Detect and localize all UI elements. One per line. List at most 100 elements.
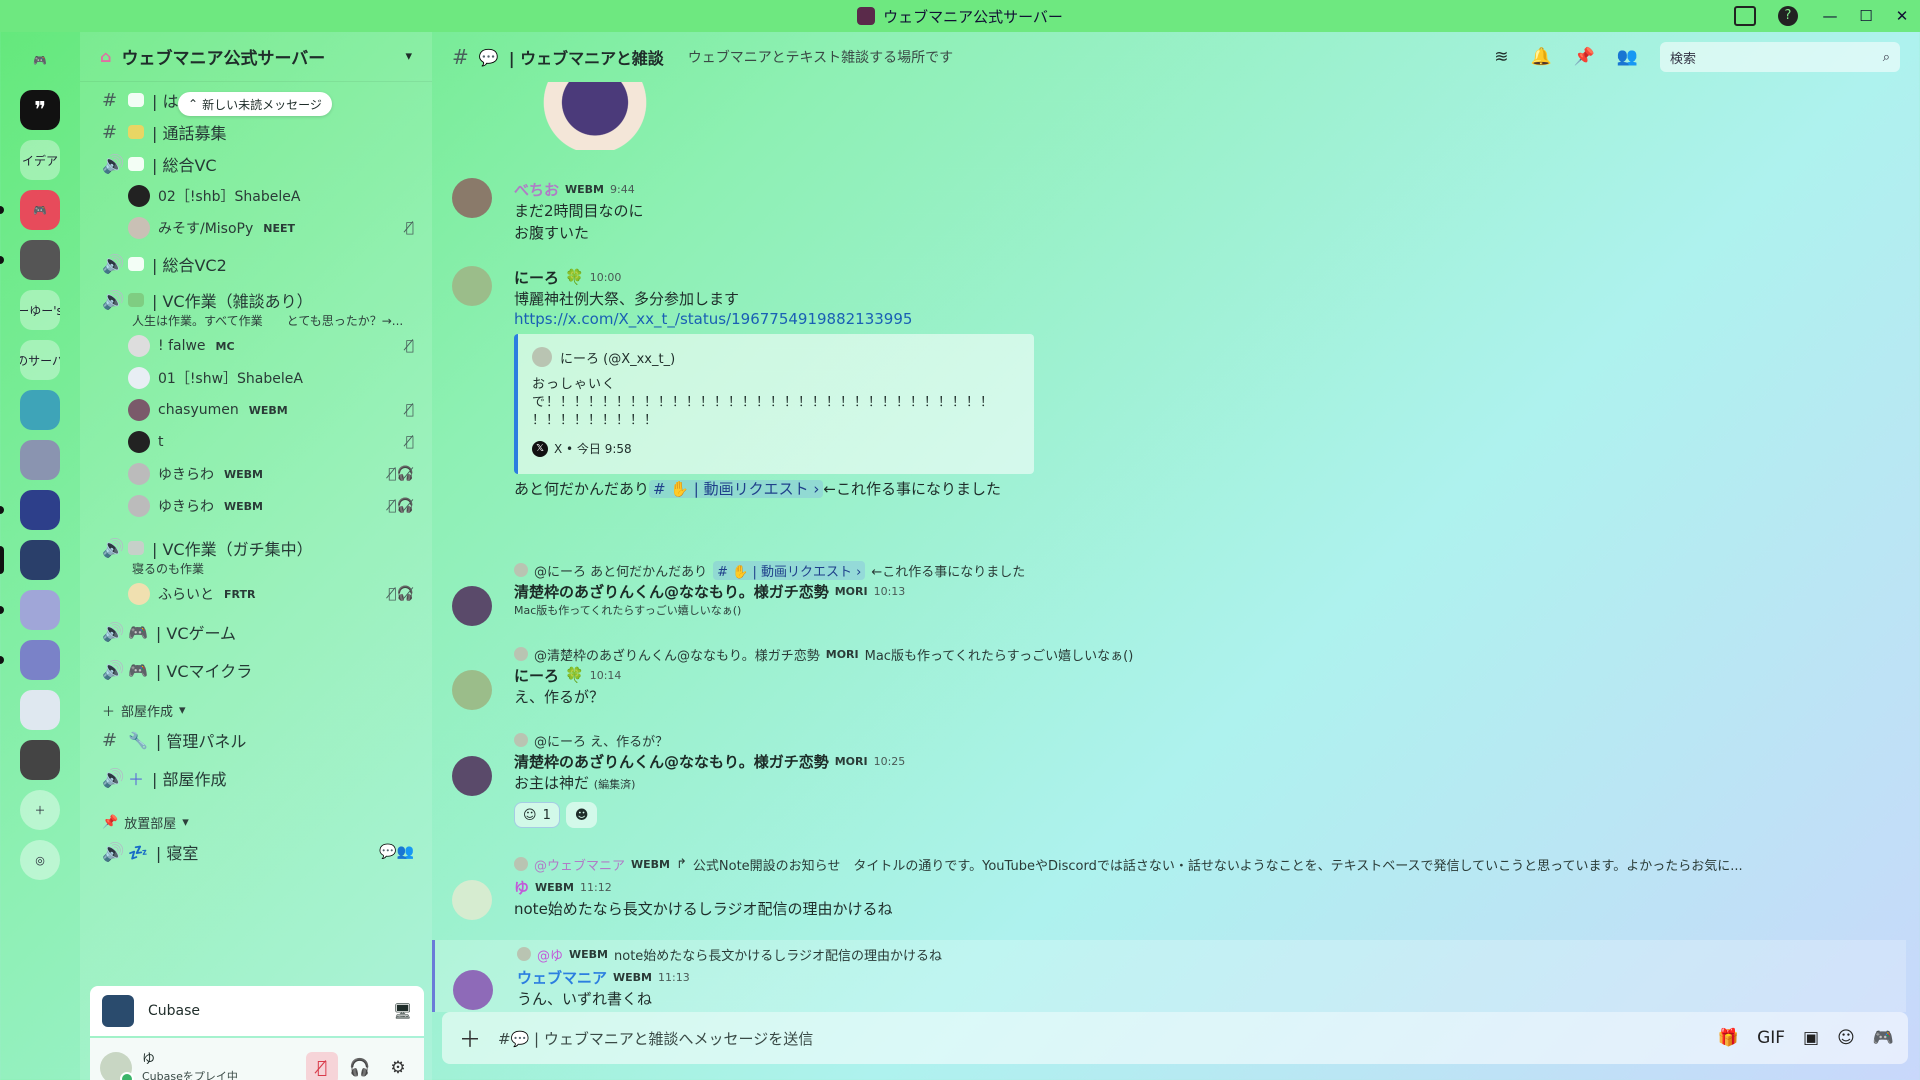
add-server-icon[interactable]: ＋ (20, 790, 60, 830)
gif-icon[interactable]: GIF (1757, 1028, 1785, 1048)
author-name[interactable]: にーろ (514, 267, 559, 288)
server-nosaba[interactable]: のサーバ (20, 340, 60, 380)
role-badge: WEBM (569, 947, 608, 961)
avatar[interactable] (452, 586, 492, 626)
author-name[interactable]: ウェブマニア (517, 967, 607, 988)
settings-gear-icon[interactable]: ⚙ (382, 1052, 414, 1080)
category-room-create[interactable]: ＋ 部屋作成 ▾ (80, 696, 432, 724)
avatar[interactable] (100, 1052, 134, 1080)
mute-mic-button[interactable]: 🎙̸ (306, 1052, 338, 1080)
channel-mention[interactable]: # ✋ | 動画リクエスト › (649, 480, 824, 498)
server-avatar-3[interactable] (20, 440, 60, 480)
reply-preview[interactable]: @ゆ WEBM note始めたなら長文かけるしラジオ配信の理由かけるね (517, 944, 1906, 964)
channel-vc-minecraft[interactable]: 🔊 🎮 | VCマイクラ (80, 654, 432, 686)
server-avatar-6[interactable] (0, 590, 60, 630)
channel-sougou-vc2[interactable]: 🔊 | 総合VC2 (80, 248, 432, 280)
user-info[interactable]: ゆ Cubaseをプレイ中 (142, 1052, 238, 1080)
author-name[interactable]: 清楚枠のあざりんくん@ななもり。様ガチ恋勢 (514, 581, 829, 602)
avatar[interactable] (452, 178, 492, 218)
minimize-button[interactable]: — (1812, 7, 1848, 25)
link-embed[interactable]: にーろ (@X_xx_t_) おっしゃいく で！！！！！！！！！！！！！！！！！… (514, 334, 1034, 474)
server-quote[interactable]: ❞ (20, 90, 60, 130)
avatar[interactable] (452, 266, 492, 306)
discover-icon[interactable]: ◎ (20, 840, 60, 880)
help-icon[interactable]: ? (1778, 6, 1798, 26)
message-highlighted[interactable]: @ゆ WEBM note始めたなら長文かけるしラジオ配信の理由かけるね ウェブマニア… (432, 940, 1906, 1012)
channel-topic[interactable]: ウェブマニアとテキスト雑談する場所です (688, 47, 953, 67)
reply-preview[interactable]: @にーろ あと何だかんだあり # ✋ | 動画リクエスト › ←これ作る事になりまし… (514, 560, 1892, 580)
author-name[interactable]: ゆ (514, 877, 529, 898)
voice-user[interactable]: ! falwe MC 🎙̸ (80, 330, 432, 362)
voice-user[interactable]: t 🎙̸ (80, 426, 432, 458)
channel-vc-work[interactable]: 🔊 | VC作業（雑談あり） (80, 284, 432, 316)
channel-tsuwa[interactable]: # | 通話募集 (80, 116, 432, 148)
message-text: お腹すいた (514, 224, 590, 242)
server-header[interactable]: ⌂ ウェブマニア公式サーバー ▾ (80, 32, 432, 82)
server-avatar-9[interactable] (20, 740, 60, 780)
avatar[interactable] (452, 756, 492, 796)
avatar[interactable] (453, 970, 493, 1010)
channel-vc-game[interactable]: 🔊 🎮 | VCゲーム (80, 616, 432, 648)
server-avatar-8[interactable] (20, 690, 60, 730)
channel-vc-focus[interactable]: 🔊 | VC作業（ガチ集中） (80, 532, 432, 564)
channel-mention[interactable]: # ✋ | 動画リクエスト › (713, 560, 866, 580)
pin-icon[interactable]: 📌 (1574, 47, 1595, 67)
reply-preview[interactable]: @清楚枠のあざりんくん@ななもり。様ガチ恋勢 MORI Mac版も作ってくれたらすっ… (514, 644, 1892, 664)
avatar[interactable] (452, 880, 492, 920)
activity-panel[interactable]: Cubase 🖥 (90, 986, 424, 1036)
inbox-icon[interactable] (1734, 6, 1756, 26)
voice-user[interactable]: みそす/MisoPy NEET 🎙̸ (80, 212, 432, 244)
channel-bedroom[interactable]: 🔊 💤 | 寝室 💬👥 (80, 836, 432, 868)
emoji-icon[interactable]: ☺ (1837, 1028, 1855, 1048)
server-idea[interactable]: イデア (20, 140, 60, 180)
message-link[interactable]: https://x.com/X_xx_t_/status/19677549198… (514, 310, 1892, 328)
plus-icon[interactable]: ＋ (456, 1022, 484, 1054)
add-reaction-button[interactable]: ☻ (565, 802, 598, 828)
voice-user[interactable]: 02［!shb］ShabeleA (80, 180, 432, 212)
gift-icon[interactable]: 🎁 (1718, 1028, 1739, 1048)
voice-user[interactable]: ゆきらわ WEBM 🎙̸🎧̸ (80, 458, 432, 490)
voice-user[interactable]: chasyumen WEBM 🎙̸ (80, 394, 432, 426)
server-avatar-2[interactable] (20, 390, 60, 430)
author-name[interactable]: 清楚枠のあざりんくん@ななもり。様ガチ恋勢 (514, 751, 829, 772)
server-avatar-5[interactable] (0, 540, 60, 580)
x-logo-icon: 𝕏 (532, 440, 548, 457)
server-discord[interactable]: 🎮 (0, 190, 60, 230)
bell-icon[interactable]: 🔔 (1530, 47, 1551, 67)
search-input[interactable]: 検索 ⌕ (1660, 42, 1900, 72)
close-button[interactable]: ✕ (1884, 7, 1920, 25)
reply-preview[interactable]: @ウェブマニア WEBM ↱ 公式Note開設のお知らせ タイトルの通りです。YouT… (514, 854, 1892, 874)
voice-user[interactable]: 01［!shw］ShabeleA (80, 362, 432, 394)
members-icon[interactable]: 👥 (1617, 47, 1638, 67)
embed-author[interactable]: にーろ (@X_xx_t_) (560, 348, 675, 367)
activity-app-name: Cubase (148, 1003, 201, 1019)
author-name[interactable]: にーろ (514, 665, 559, 686)
category-free[interactable]: 📌 放置部屋 ▾ (80, 808, 432, 836)
user-tag: WEBM (224, 499, 263, 513)
channel-sougou-vc[interactable]: 🔊 | 総合VC (80, 148, 432, 180)
author-name[interactable]: べちお (514, 179, 559, 200)
headphones-button[interactable]: 🎧 (344, 1052, 376, 1080)
sticker-icon[interactable]: ▣ (1803, 1028, 1819, 1048)
server-yu[interactable]: ーゆー's (20, 290, 60, 330)
server-avatar-7[interactable] (0, 640, 60, 680)
channel-admin-panel[interactable]: # 🔧 | 管理パネル (80, 724, 432, 756)
activities-icon[interactable]: 🎮 (1873, 1028, 1894, 1048)
maximize-button[interactable]: ☐ (1848, 7, 1884, 25)
channel-room-create[interactable]: 🔊 ＋ | 部屋作成 (80, 762, 432, 794)
avatar[interactable] (452, 670, 492, 710)
reply-text: note始めたなら長文かけるしラジオ配信の理由かけるね (614, 948, 943, 964)
direct-messages-icon[interactable]: 🎮 (20, 40, 60, 80)
voice-user[interactable]: ふらいと FRTR 🎙̸🎧̸ (80, 578, 432, 610)
server-avatar-4[interactable] (0, 490, 60, 530)
threads-icon[interactable]: ≋ (1494, 47, 1508, 67)
screen-share-icon[interactable]: 🖥 (393, 1002, 412, 1020)
server-avatar-1[interactable] (0, 240, 60, 280)
new-unread-pill[interactable]: ⌃ 新しい未読メッセージ (178, 92, 332, 116)
user-controls: 🎙̸ 🎧 ⚙ (306, 1052, 414, 1080)
chat-people-icon[interactable]: 💬👥 (379, 844, 414, 860)
message-composer[interactable]: ＋ #💬 | ウェブマニアと雑談へメッセージを送信 🎁 GIF ▣ ☺ 🎮 (442, 1012, 1908, 1064)
reply-preview[interactable]: @にーろ え、作るが？ (514, 730, 1892, 750)
voice-user[interactable]: ゆきらわ WEBM 🎙̸🎧̸ (80, 490, 432, 522)
reaction-smile[interactable]: ☺ 1 (514, 802, 560, 828)
